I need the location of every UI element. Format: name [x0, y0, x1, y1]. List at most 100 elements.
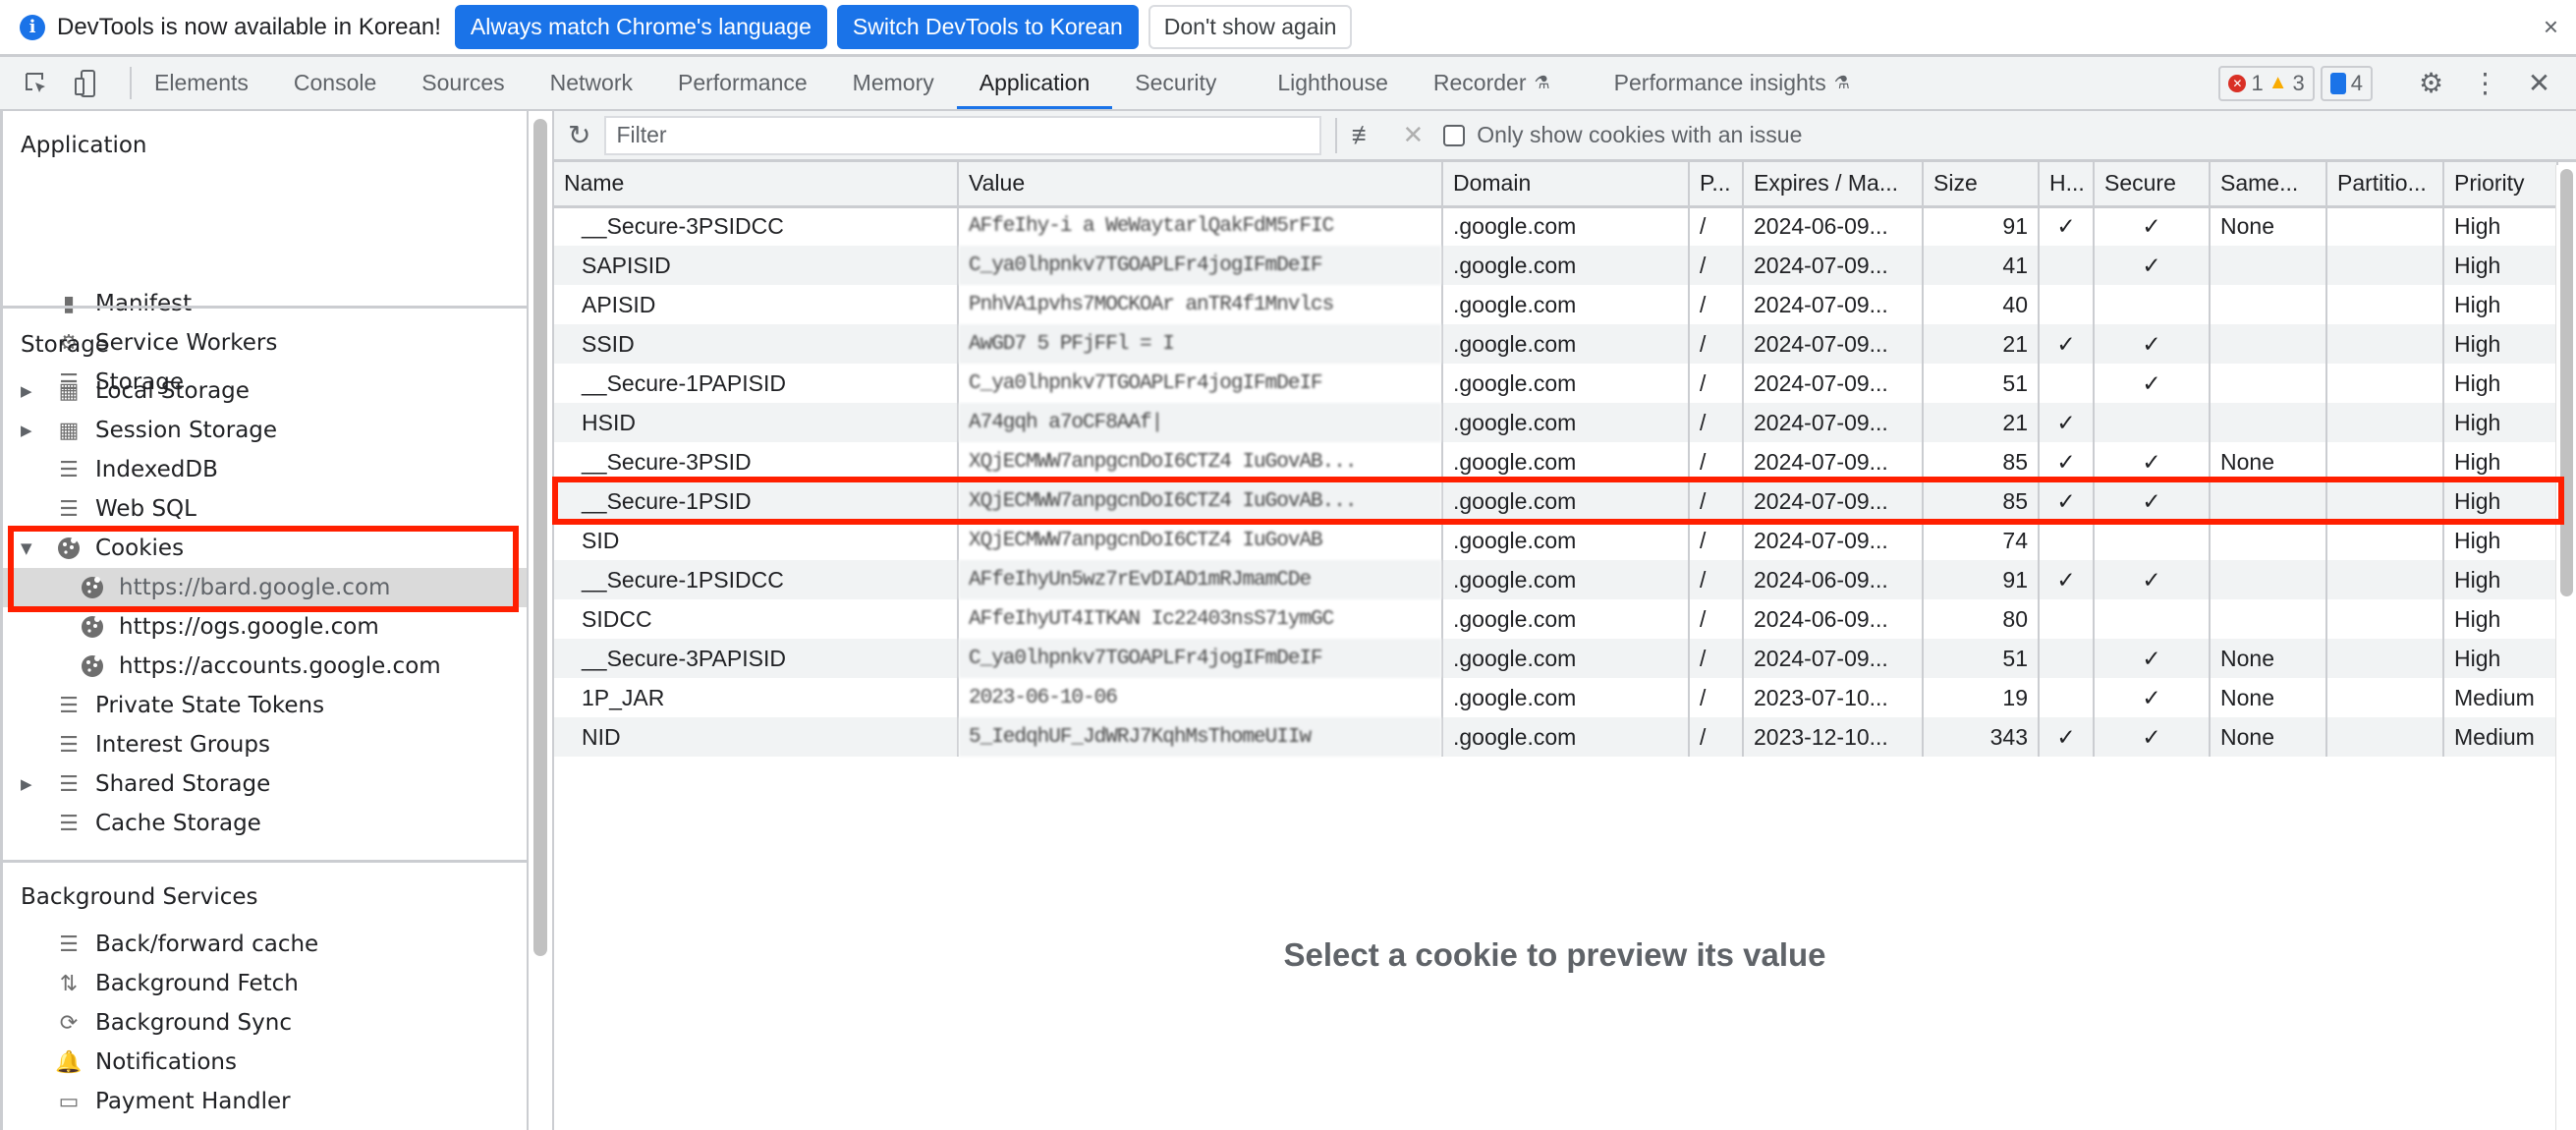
cell-p: / [1689, 206, 1744, 246]
table-row[interactable]: SAPISID C_ya0lhpnkv7TGOAPLFr4jogIFmDeIF .g… [554, 246, 2558, 285]
device-toolbar-icon[interactable] [61, 57, 110, 109]
table-row[interactable]: NID 5_IedqhUF_JdWRJ7KqhMsThomeUIIw .google… [554, 717, 2558, 757]
tab-security[interactable]: Security [1112, 57, 1239, 109]
inspect-element-icon[interactable] [12, 57, 61, 109]
tab-performance-insights[interactable]: Performance insights ⚗ [1573, 57, 1873, 109]
cell-p: / [1689, 481, 1744, 521]
cell-domain: .google.com [1442, 206, 1690, 246]
tab-sources[interactable]: Sources [399, 57, 527, 109]
cell-expires-ma: 2024-07-09... [1743, 442, 1924, 481]
cell-size: 40 [1923, 285, 2040, 324]
expanded-arrow-icon[interactable]: ▼ [21, 539, 32, 557]
tab-elements[interactable]: Elements [132, 57, 271, 109]
sidebar-item-label: Service Workers [95, 330, 278, 356]
table-row[interactable]: SID XQjECMWW7anpgcnDoI6CTZ4 IuGovAB .googl… [554, 521, 2558, 560]
cell-value: 5_IedqhUF_JdWRJ7KqhMsThomeUIIw [958, 717, 1443, 757]
tab-recorder[interactable]: Recorder ⚗ [1411, 57, 1573, 109]
sidebar-item-ogs-google-com[interactable]: https://ogs.google.com [3, 607, 527, 647]
cookie-icon [54, 536, 84, 561]
cell-h [2039, 521, 2095, 560]
cell-domain: .google.com [1442, 639, 1690, 678]
clear-filtered-cookies-icon[interactable]: ≢ [1351, 120, 1376, 150]
column-header-secure[interactable]: Secure [2094, 162, 2211, 208]
column-header-value[interactable]: Value [958, 162, 1443, 208]
table-row[interactable]: __Secure-1PSIDCC AFfeIhyUn5wz7rEvDIAD1mRJ… [554, 560, 2558, 599]
table-row[interactable]: __Secure-1PSID XQjECMWW7anpgcnDoI6CTZ4 Iu… [554, 481, 2558, 521]
sidebar-item-cache-storage[interactable]: ☰ Cache Storage [3, 804, 527, 843]
sidebar-item-indexeddb[interactable]: ☰ IndexedDB [3, 450, 527, 489]
tab-application[interactable]: Application [956, 57, 1113, 109]
settings-gear-icon[interactable]: ⚙ [2404, 56, 2458, 110]
table-row[interactable]: __Secure-3PSIDCC AFfeIhy-i a WeWaytarlQak… [554, 206, 2558, 246]
database-icon: ☰ [59, 932, 79, 957]
delete-selected-icon[interactable]: ✕ [1402, 120, 1424, 150]
close-infobar-icon[interactable]: × [2544, 12, 2558, 42]
sidebar-item-shared-storage[interactable]: ▶ ☰ Shared Storage [3, 764, 527, 804]
sidebar-item-bard-google-com[interactable]: https://bard.google.com [3, 568, 527, 607]
sidebar-item-notifications[interactable]: 🔔 Notifications [3, 1043, 527, 1082]
table-row[interactable]: SSID AwGD7 5 PFjFFl = I .google.com/2024-0… [554, 324, 2558, 364]
sidebar-item-back-forward-cache[interactable]: ☰ Back/forward cache [3, 925, 527, 964]
sidebar-item-web-sql[interactable]: ☰ Web SQL [3, 489, 527, 529]
table-row[interactable]: __Secure-1PAPISID C_ya0lhpnkv7TGOAPLFr4jo… [554, 364, 2558, 403]
only-issues-checkbox[interactable] [1443, 124, 1466, 146]
switch-to-korean-button[interactable]: Switch DevTools to Korean [836, 5, 1139, 49]
table-scrollbar[interactable] [2555, 165, 2576, 1130]
messages-counter-button[interactable]: 4 [2320, 65, 2373, 101]
scrollbar-thumb[interactable] [533, 119, 547, 956]
error-icon: ✕ [2228, 74, 2247, 92]
cell-h: ✓ [2039, 324, 2095, 364]
column-header-size[interactable]: Size [1923, 162, 2040, 208]
column-header-domain[interactable]: Domain [1442, 162, 1690, 208]
sidebar-item-accounts-google-com[interactable]: https://accounts.google.com [3, 647, 527, 686]
tab-console[interactable]: Console [271, 57, 399, 109]
column-header-p[interactable]: P... [1689, 162, 1744, 208]
refresh-icon[interactable]: ↻ [568, 119, 590, 151]
always-match-language-button[interactable]: Always match Chrome's language [454, 5, 827, 49]
table-row[interactable]: __Secure-3PSID XQjECMWW7anpgcnDoI6CTZ4 Iu… [554, 442, 2558, 481]
table-row[interactable]: SIDCC AFfeIhyUT4ITKAN Ic22403nsS71ymGC .go… [554, 599, 2558, 639]
column-header-expires-ma[interactable]: Expires / Ma... [1743, 162, 1924, 208]
column-header-name[interactable]: Name [554, 162, 959, 208]
collapsed-arrow-icon[interactable]: ▶ [21, 775, 32, 793]
tab-lighthouse[interactable]: Lighthouse [1239, 57, 1411, 109]
column-header-partitio[interactable]: Partitio... [2326, 162, 2444, 208]
sidebar-item-payment-handler[interactable]: ▭ Payment Handler [3, 1082, 527, 1121]
column-header-h[interactable]: H... [2039, 162, 2095, 208]
cell-same: None [2210, 206, 2327, 246]
warning-icon: ▲ [2268, 72, 2288, 93]
sidebar-item-session-storage[interactable]: ▶ ▦ Session Storage [3, 411, 527, 450]
cell-p: / [1689, 639, 1744, 678]
sidebar-item-manifest[interactable]: ▮ Manifest [3, 284, 527, 323]
cell-domain: .google.com [1442, 442, 1690, 481]
sidebar-item-cookies[interactable]: ▼ Cookies [3, 529, 527, 568]
table-row[interactable]: 1P_JAR 2023-06-10-06 .google.com/2023-07-1… [554, 678, 2558, 717]
close-devtools-icon[interactable]: ✕ [2512, 56, 2566, 110]
dont-show-again-button[interactable]: Don't show again [1148, 5, 1353, 49]
sidebar-scrollbar[interactable] [531, 111, 552, 1130]
column-header-same[interactable]: Same... [2210, 162, 2327, 208]
cell-secure: ✓ [2094, 560, 2211, 599]
cell-value: AwGD7 5 PFjFFl = I [958, 324, 1443, 364]
collapsed-arrow-icon[interactable]: ▶ [21, 382, 32, 400]
cell-domain: .google.com [1442, 324, 1690, 364]
sidebar-item-private-state-tokens[interactable]: ☰ Private State Tokens [3, 686, 527, 725]
table-row[interactable]: __Secure-3PAPISID C_ya0lhpnkv7TGOAPLFr4jo… [554, 639, 2558, 678]
more-options-icon[interactable]: ⋮ [2458, 56, 2512, 110]
sidebar-item-background-sync[interactable]: ⟳ Background Sync [3, 1003, 527, 1043]
issues-counter-button[interactable]: ✕ 1 ▲ 3 [2218, 65, 2315, 101]
cell-same: None [2210, 639, 2327, 678]
sidebar-item-background-fetch[interactable]: ⇅ Background Fetch [3, 964, 527, 1003]
cell-name: __Secure-3PSID [554, 442, 959, 481]
table-row[interactable]: APISID PnhVA1pvhs7MOCKOAr anTR4f1Mnvlcs .g… [554, 285, 2558, 324]
tab-memory[interactable]: Memory [830, 57, 957, 109]
tab-performance[interactable]: Performance [655, 57, 830, 109]
sidebar-item-local-storage[interactable]: ▶ ▦ Local Storage [3, 371, 527, 411]
column-header-priority[interactable]: Priority [2443, 162, 2558, 208]
filter-input[interactable]: Filter [604, 115, 1322, 155]
sidebar-item-interest-groups[interactable]: ☰ Interest Groups [3, 725, 527, 764]
tab-network[interactable]: Network [528, 57, 655, 109]
collapsed-arrow-icon[interactable]: ▶ [21, 422, 32, 439]
table-row[interactable]: HSID A74gqh a7oCF8AAf| .google.com/2024-07… [554, 403, 2558, 442]
scrollbar-thumb[interactable] [2560, 169, 2573, 596]
